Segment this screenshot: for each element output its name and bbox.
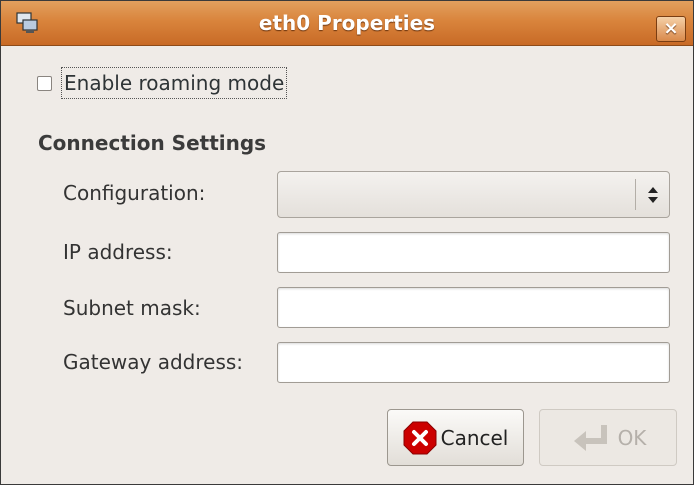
cancel-icon (403, 421, 437, 454)
enter-arrow-icon (573, 424, 607, 451)
properties-dialog: eth0 Properties × Enable roaming mode Co… (0, 0, 694, 485)
configuration-combo[interactable] (277, 171, 670, 218)
close-button[interactable]: × (656, 16, 686, 42)
updown-arrows-icon (648, 187, 658, 203)
combo-separator (635, 179, 636, 210)
configuration-label: Configuration: (63, 181, 206, 205)
section-title: Connection Settings (38, 131, 267, 155)
cancel-button[interactable]: Cancel (387, 409, 524, 466)
cancel-label: Cancel (440, 425, 509, 450)
gateway-address-label: Gateway address: (63, 350, 244, 374)
ip-address-label: IP address: (63, 240, 173, 264)
ip-address-field[interactable] (277, 232, 670, 273)
roaming-toggle[interactable]: Enable roaming mode (37, 67, 288, 99)
roaming-label[interactable]: Enable roaming mode (60, 67, 288, 99)
close-icon: × (663, 18, 679, 39)
title-bar[interactable]: eth0 Properties × (1, 1, 693, 46)
ok-label: OK (617, 425, 647, 450)
gateway-address-field[interactable] (277, 342, 670, 383)
subnet-mask-label: Subnet mask: (63, 296, 201, 320)
roaming-checkbox[interactable] (37, 75, 52, 91)
subnet-mask-field[interactable] (277, 287, 670, 328)
window-title: eth0 Properties (258, 11, 436, 35)
ok-button[interactable]: OK (539, 409, 677, 466)
